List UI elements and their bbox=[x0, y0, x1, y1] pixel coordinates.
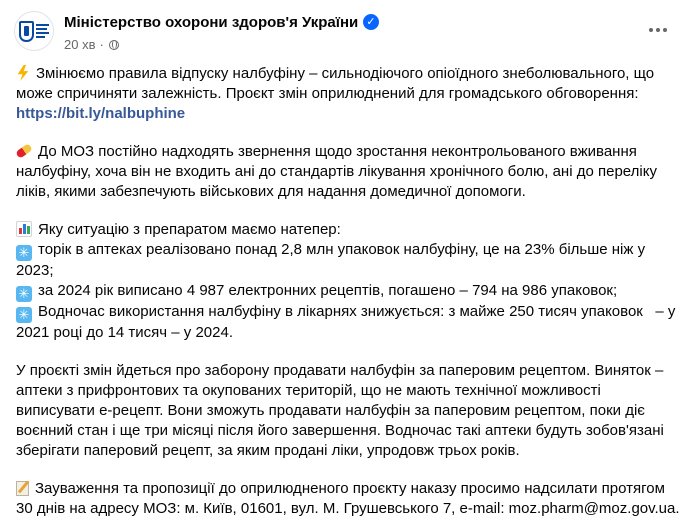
snowflake-icon: ✳ bbox=[16, 307, 32, 323]
paragraph-ban-details: У проєкті змін йдеться про заборону прод… bbox=[16, 361, 671, 461]
paragraph-line: воєнний стан і ще три місяці після його … bbox=[16, 422, 664, 439]
list-item: ✳ торік в аптеках реалізовано понад 2,8 м… bbox=[16, 240, 671, 261]
pill-icon bbox=[15, 143, 33, 159]
snowflake-icon: ✳ bbox=[16, 286, 32, 302]
paragraph-line: 30 днів на адресу МОЗ: м. Київ, 01601, в… bbox=[16, 500, 680, 517]
page-avatar[interactable] bbox=[14, 11, 54, 51]
paragraph-line: зберігати паперовий рецепт, за яким прод… bbox=[16, 442, 520, 459]
post-body: Змінюємо правила відпуску налбуфіну – си… bbox=[15, 64, 680, 519]
paragraph-statistics: Яку ситуацію з препаратом маємо натепер:… bbox=[16, 220, 675, 343]
page-name-link[interactable]: Міністерство охорони здоров'я України bbox=[64, 14, 358, 31]
more-options-icon bbox=[649, 28, 653, 32]
globe-icon[interactable] bbox=[108, 39, 119, 50]
bar-chart-icon bbox=[16, 221, 32, 237]
paragraph-line: До МОЗ постійно надходять звернення щодо… bbox=[38, 143, 637, 160]
ministry-crest-icon bbox=[19, 20, 34, 42]
snowflake-icon: ✳ bbox=[16, 245, 32, 261]
paragraph-line: може спричиняти залежність. Проєкт змін … bbox=[16, 85, 639, 102]
nalbuphine-link[interactable]: https://bit.ly/nalbuphine bbox=[16, 104, 671, 124]
statistics-intro: Яку ситуацію з препаратом маємо натепер: bbox=[38, 221, 341, 238]
paragraph-line: аптеки з прифронтових та окупованих тери… bbox=[16, 382, 601, 399]
post-timestamp[interactable]: 20 хв bbox=[64, 37, 95, 52]
list-item: ✳ за 2024 рік виписано 4 987 електронних … bbox=[16, 281, 671, 302]
more-options-button[interactable] bbox=[640, 16, 676, 44]
paragraph-line: У проєкті змін йдеться про заборону прод… bbox=[16, 362, 664, 379]
avatar-logo-text bbox=[36, 24, 49, 38]
list-item-continuation: 2021 році до 14 тисяч – у 2024. bbox=[16, 324, 233, 341]
meta-separator: · bbox=[99, 37, 104, 52]
facebook-post: Міністерство охорони здоров'я України ✓ … bbox=[0, 0, 685, 517]
memo-icon bbox=[16, 481, 29, 496]
paragraph-announcement: Змінюємо правила відпуску налбуфіну – си… bbox=[16, 64, 671, 124]
post-meta: 20 хв · bbox=[64, 37, 119, 52]
list-item: ✳ Водночас використання налбуфіну в лікар… bbox=[16, 302, 675, 323]
paragraph-feedback: Зауваження та пропозиції до оприлюдненог… bbox=[16, 479, 680, 519]
lightning-icon bbox=[17, 65, 29, 81]
paragraph-line: ліків, якими забезпечують військових для… bbox=[16, 183, 526, 200]
verified-badge-icon: ✓ bbox=[363, 14, 379, 30]
paragraph-line: налбуфіну, хоча він не входить ані до ст… bbox=[16, 163, 657, 180]
list-item-continuation: 2023; bbox=[16, 262, 54, 279]
paragraph-line: виписувати е-рецепт. Вони зможуть продав… bbox=[16, 402, 645, 419]
paragraph-line: Змінюємо правила відпуску налбуфіну – си… bbox=[36, 65, 655, 82]
paragraph-line: Зауваження та пропозиції до оприлюдненог… bbox=[35, 480, 665, 497]
paragraph-appeals: До МОЗ постійно надходять звернення щодо… bbox=[15, 142, 671, 202]
